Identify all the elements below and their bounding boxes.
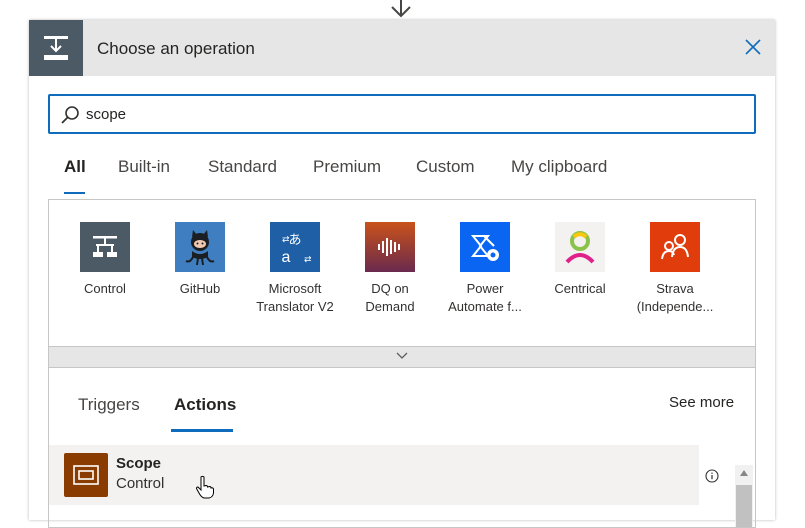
connector-label-line1: Centrical bbox=[554, 281, 606, 296]
connector-github[interactable]: GitHub bbox=[155, 222, 245, 298]
tab-premium[interactable]: Premium bbox=[313, 157, 381, 177]
scrollbar-thumb[interactable] bbox=[736, 485, 752, 527]
strava-people-icon bbox=[650, 222, 700, 272]
connector-label-line1: Power bbox=[466, 281, 504, 296]
connector-label-line1: GitHub bbox=[179, 281, 221, 296]
search-box bbox=[48, 94, 756, 134]
see-more-link[interactable]: See more bbox=[669, 394, 734, 411]
scope-icon bbox=[64, 453, 108, 497]
connector-label-line2: (Independe... bbox=[636, 299, 714, 314]
svg-text:a: a bbox=[282, 249, 291, 266]
info-icon[interactable] bbox=[705, 469, 719, 483]
scroll-up-arrow-icon[interactable] bbox=[740, 470, 748, 476]
svg-text:⇄: ⇄ bbox=[304, 255, 312, 265]
tab-actions[interactable]: Actions bbox=[174, 395, 236, 415]
connector-label-line1: Strava bbox=[656, 281, 694, 296]
tab-standard[interactable]: Standard bbox=[208, 157, 277, 177]
control-icon bbox=[80, 222, 130, 272]
connector-label: Control bbox=[60, 280, 150, 298]
arrow-down-icon bbox=[391, 0, 411, 18]
power-automate-icon bbox=[460, 222, 510, 272]
dialog-header: Choose an operation bbox=[29, 20, 775, 76]
connector-label: DQ on Demand bbox=[345, 280, 435, 316]
soundwave-icon bbox=[365, 222, 415, 272]
tab-custom[interactable]: Custom bbox=[416, 157, 475, 177]
operations-panel: Triggers Actions See more Scope Control bbox=[48, 367, 756, 528]
connector-label-line2: Translator V2 bbox=[256, 299, 334, 314]
connector-label: GitHub bbox=[155, 280, 245, 298]
dialog-title: Choose an operation bbox=[97, 39, 255, 58]
active-tab-indicator bbox=[64, 192, 85, 194]
connector-centrical[interactable]: Centrical bbox=[535, 222, 625, 298]
tab-built-in[interactable]: Built-in bbox=[118, 157, 170, 177]
close-icon[interactable] bbox=[743, 37, 763, 57]
translator-icon: あ ⇄ a ⇄ bbox=[270, 222, 320, 272]
hand-pointer-cursor-icon bbox=[195, 475, 214, 499]
action-title: Scope bbox=[116, 455, 162, 472]
github-octocat-icon bbox=[175, 222, 225, 272]
connector-label-line2: Automate f... bbox=[448, 299, 522, 314]
connector-grid: Control GitHub あ ⇄ a ⇄ Microsoft Transla… bbox=[48, 199, 756, 347]
search-input[interactable] bbox=[86, 96, 726, 132]
connector-label-line1: Control bbox=[84, 281, 126, 296]
connector-label-line1: DQ on bbox=[371, 281, 409, 296]
operation-icon bbox=[29, 20, 83, 76]
tab-triggers[interactable]: Triggers bbox=[78, 395, 140, 415]
tab-label: All bbox=[64, 157, 86, 176]
connector-power-automate[interactable]: Power Automate f... bbox=[440, 222, 530, 316]
expand-connectors-button[interactable] bbox=[48, 346, 756, 368]
tab-all[interactable]: All bbox=[64, 157, 86, 194]
centrical-icon bbox=[555, 222, 605, 272]
connector-label: Power Automate f... bbox=[440, 280, 530, 316]
connector-label: Strava (Independe... bbox=[630, 280, 720, 316]
connector-label: Microsoft Translator V2 bbox=[250, 280, 340, 316]
connector-strava[interactable]: Strava (Independe... bbox=[630, 222, 720, 316]
connector-label-line1: Microsoft bbox=[268, 281, 322, 296]
action-connector-name: Control bbox=[116, 475, 165, 492]
tab-my-clipboard[interactable]: My clipboard bbox=[511, 157, 607, 177]
connector-label-line2: Demand bbox=[365, 299, 415, 314]
active-tab-indicator bbox=[171, 429, 233, 432]
chevron-down-icon bbox=[396, 352, 408, 359]
connector-label: Centrical bbox=[535, 280, 625, 298]
connector-microsoft-translator[interactable]: あ ⇄ a ⇄ Microsoft Translator V2 bbox=[250, 222, 340, 316]
connector-control[interactable]: Control bbox=[60, 222, 150, 298]
svg-text:あ: あ bbox=[288, 233, 301, 248]
choose-operation-dialog: Choose an operation All Built-in Standar… bbox=[29, 20, 775, 528]
search-icon bbox=[61, 106, 79, 124]
action-item-scope[interactable]: Scope Control bbox=[49, 445, 699, 505]
svg-text:⇄: ⇄ bbox=[282, 235, 290, 245]
scrollbar[interactable] bbox=[735, 465, 753, 527]
connector-dq-on-demand[interactable]: DQ on Demand bbox=[345, 222, 435, 316]
